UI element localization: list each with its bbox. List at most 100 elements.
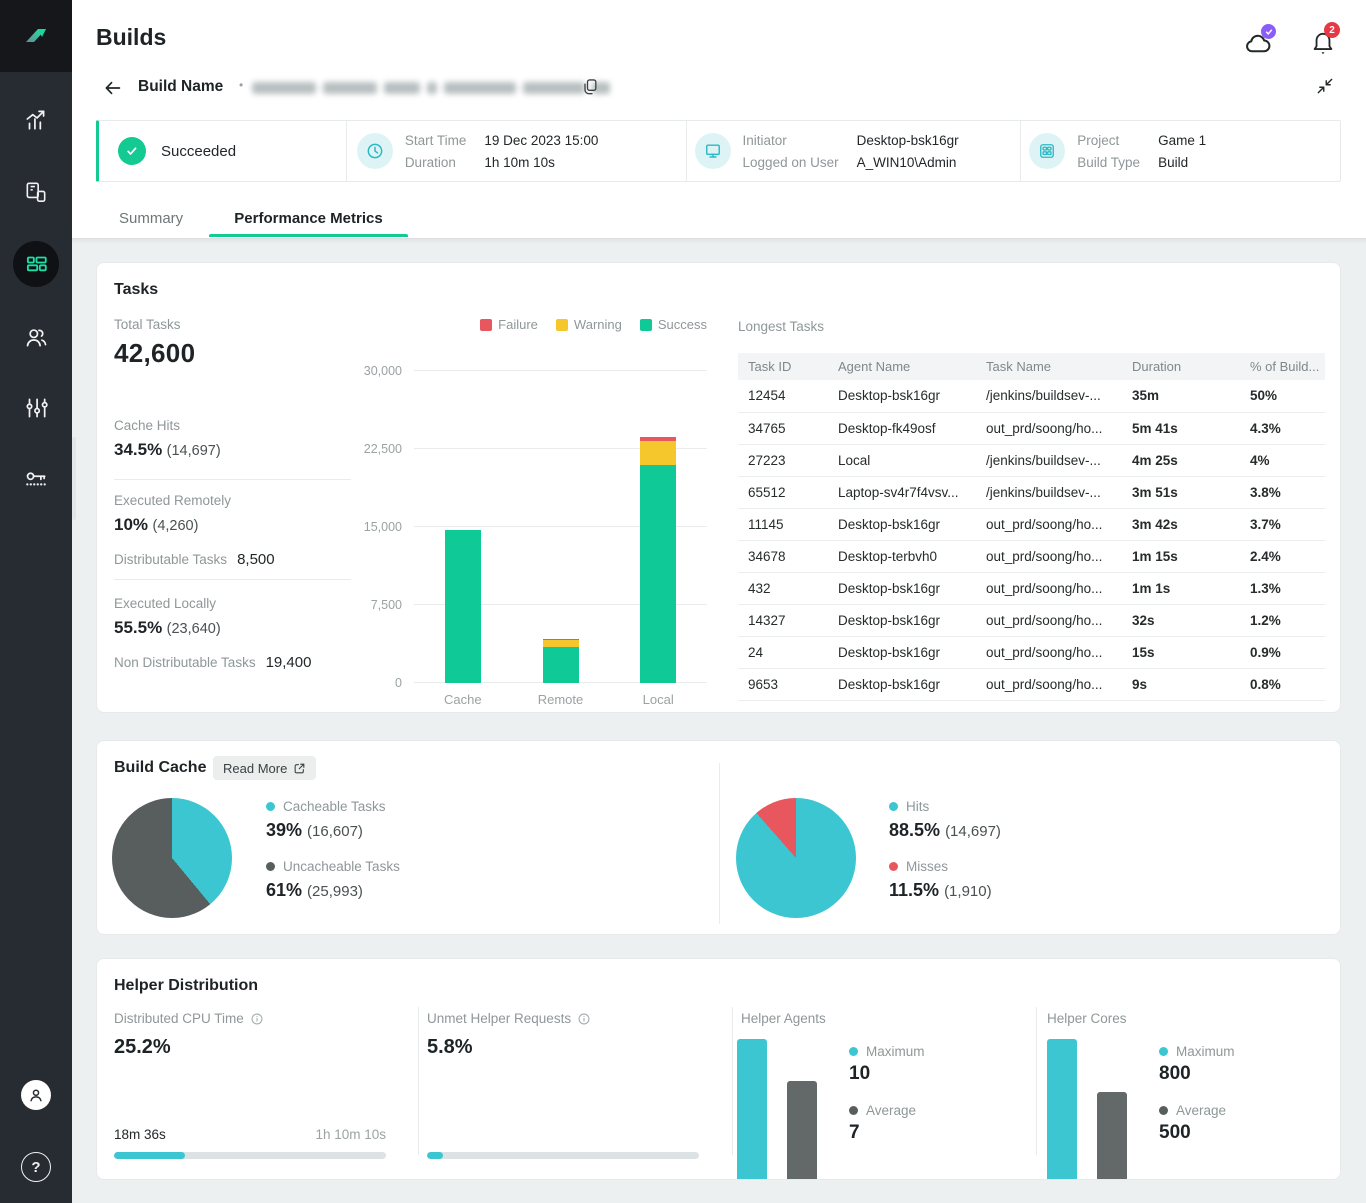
cloud-check-badge (1261, 24, 1276, 39)
legend-item[interactable]: Success (640, 317, 707, 332)
scrollbar-thumb[interactable] (72, 437, 76, 520)
bar-cache[interactable] (445, 371, 481, 683)
agents-avg-bar[interactable] (787, 1081, 817, 1179)
person-icon (27, 1086, 45, 1104)
executed-locally-label: Executed Locally (114, 596, 311, 611)
column-header[interactable]: Duration (1122, 353, 1240, 380)
x-tick-label: Cache (414, 692, 512, 707)
cacheable-count: (16,607) (307, 823, 363, 840)
collapse-button[interactable] (1315, 76, 1335, 96)
table-cell: 0.9% (1240, 636, 1325, 668)
active-tab-underline (209, 234, 408, 237)
table-row[interactable]: 9653Desktop-bsk16grout_prd/soong/ho...9s… (738, 668, 1325, 700)
column-header[interactable]: Task Name (976, 353, 1122, 380)
executed-remotely-label: Executed Remotely (114, 493, 275, 508)
executed-remotely-count: (4,260) (152, 518, 198, 534)
table-cell: 15s (1122, 636, 1240, 668)
sidebar-item-builds-active[interactable] (13, 241, 59, 287)
bar-column: Cache (414, 371, 512, 683)
cpu-progress-bar (114, 1152, 386, 1159)
read-more-button[interactable]: Read More (213, 756, 316, 780)
y-axis: 07,50015,00022,50030,000 (352, 371, 402, 683)
longest-tasks-title: Longest Tasks (738, 319, 824, 334)
y-tick-label: 7,500 (371, 598, 402, 612)
y-tick-label: 30,000 (364, 364, 402, 378)
table-cell: out_prd/soong/ho... (976, 604, 1122, 636)
copy-button[interactable] (580, 76, 600, 98)
sidebar-item-agents[interactable] (0, 179, 72, 205)
table-cell: 2.4% (1240, 540, 1325, 572)
table-row[interactable]: 34765Desktop-fk49osfout_prd/soong/ho...5… (738, 412, 1325, 444)
maximum-dot (849, 1047, 858, 1056)
info-icon[interactable] (250, 1012, 264, 1026)
sidebar-item-settings[interactable] (0, 395, 72, 421)
table-row[interactable]: 65512Laptop-sv4r7f4vsv.../jenkins/builds… (738, 476, 1325, 508)
user-avatar[interactable] (21, 1080, 51, 1110)
duration-value: 1h 10m 10s (484, 155, 598, 170)
hits-pie[interactable] (736, 798, 856, 918)
cores-avg-label: Average (1176, 1103, 1226, 1118)
table-cell: out_prd/soong/ho... (976, 572, 1122, 604)
distributed-cpu-block: Distributed CPU Time 25.2% (114, 1011, 386, 1059)
table-row[interactable]: 27223Local/jenkins/buildsev-...4m 25s4% (738, 444, 1325, 476)
uncacheable-label: Uncacheable Tasks (283, 859, 400, 874)
divider (719, 763, 720, 924)
divider (418, 1007, 419, 1155)
notification-count: 2 (1329, 25, 1335, 36)
cpu-time-value: 25.2% (114, 1036, 386, 1059)
app-logo[interactable] (0, 0, 72, 72)
tab-summary[interactable]: Summary (119, 210, 183, 227)
cpu-elapsed: 18m 36s (114, 1127, 166, 1142)
table-cell: Desktop-bsk16gr (828, 604, 976, 636)
cores-avg-bar[interactable] (1097, 1092, 1127, 1180)
column-header[interactable]: Task ID (738, 353, 828, 380)
table-row[interactable]: 432Desktop-bsk16grout_prd/soong/ho...1m … (738, 572, 1325, 604)
legend-item[interactable]: Warning (556, 317, 622, 332)
sidebar-item-analytics[interactable] (0, 106, 72, 132)
table-row[interactable]: 12454Desktop-bsk16gr/jenkins/buildsev-..… (738, 380, 1325, 412)
agents-max-bar[interactable] (737, 1039, 767, 1179)
tab-performance-metrics[interactable]: Performance Metrics (209, 210, 408, 227)
sidebar-item-users[interactable] (0, 324, 72, 350)
column-header[interactable]: Agent Name (828, 353, 976, 380)
table-row[interactable]: 14327Desktop-bsk16grout_prd/soong/ho...3… (738, 604, 1325, 636)
table-cell: out_prd/soong/ho... (976, 540, 1122, 572)
time-section: Start Time 19 Dec 2023 15:00 Duration 1h… (346, 121, 686, 181)
sidebar-item-license[interactable] (0, 466, 72, 492)
back-button[interactable] (102, 77, 124, 99)
help-button[interactable]: ? (21, 1152, 51, 1182)
table-row[interactable]: 24Desktop-bsk16grout_prd/soong/ho...15s0… (738, 636, 1325, 668)
notifications-button[interactable]: 2 (1310, 29, 1336, 57)
average-dot (1159, 1106, 1168, 1115)
initiator-section: Initiator Desktop-bsk16gr Logged on User… (686, 121, 1021, 181)
builds-icon (23, 251, 49, 277)
project-value: Game 1 (1158, 133, 1206, 148)
uncacheable-dot (266, 862, 275, 871)
misses-pct: 11.5% (889, 880, 939, 900)
table-cell: Desktop-bsk16gr (828, 668, 976, 700)
table-cell: 34678 (738, 540, 828, 572)
bar-local[interactable] (640, 371, 676, 683)
table-cell: 11145 (738, 508, 828, 540)
cores-max-bar[interactable] (1047, 1039, 1077, 1179)
column-header[interactable]: % of Build... (1240, 353, 1325, 380)
table-row[interactable]: 11145Desktop-bsk16grout_prd/soong/ho...3… (738, 508, 1325, 540)
bar-remote[interactable] (543, 371, 579, 683)
cloud-status-button[interactable] (1243, 30, 1273, 56)
notification-count-badge: 2 (1324, 22, 1340, 38)
unmet-progress-fill (427, 1152, 443, 1159)
table-cell: 5m 41s (1122, 412, 1240, 444)
non-distributable-label: Non Distributable Tasks (114, 655, 256, 670)
longest-tasks-table: Task IDAgent NameTask NameDuration% of B… (738, 353, 1325, 701)
start-time-label: Start Time (405, 133, 467, 148)
build-path-redacted (252, 82, 610, 94)
table-cell: 4m 25s (1122, 444, 1240, 476)
table-row[interactable]: 34678Desktop-terbvh0out_prd/soong/ho...1… (738, 540, 1325, 572)
legend-item[interactable]: Failure (480, 317, 538, 332)
info-icon[interactable] (577, 1012, 591, 1026)
build-type-value: Build (1158, 155, 1206, 170)
cacheable-legend: Cacheable Tasks 39% (16,607) Uncacheable… (266, 799, 400, 919)
cacheable-pie[interactable] (112, 798, 232, 918)
table-cell: 1m 1s (1122, 572, 1240, 604)
bar-segment-warning (640, 441, 676, 465)
